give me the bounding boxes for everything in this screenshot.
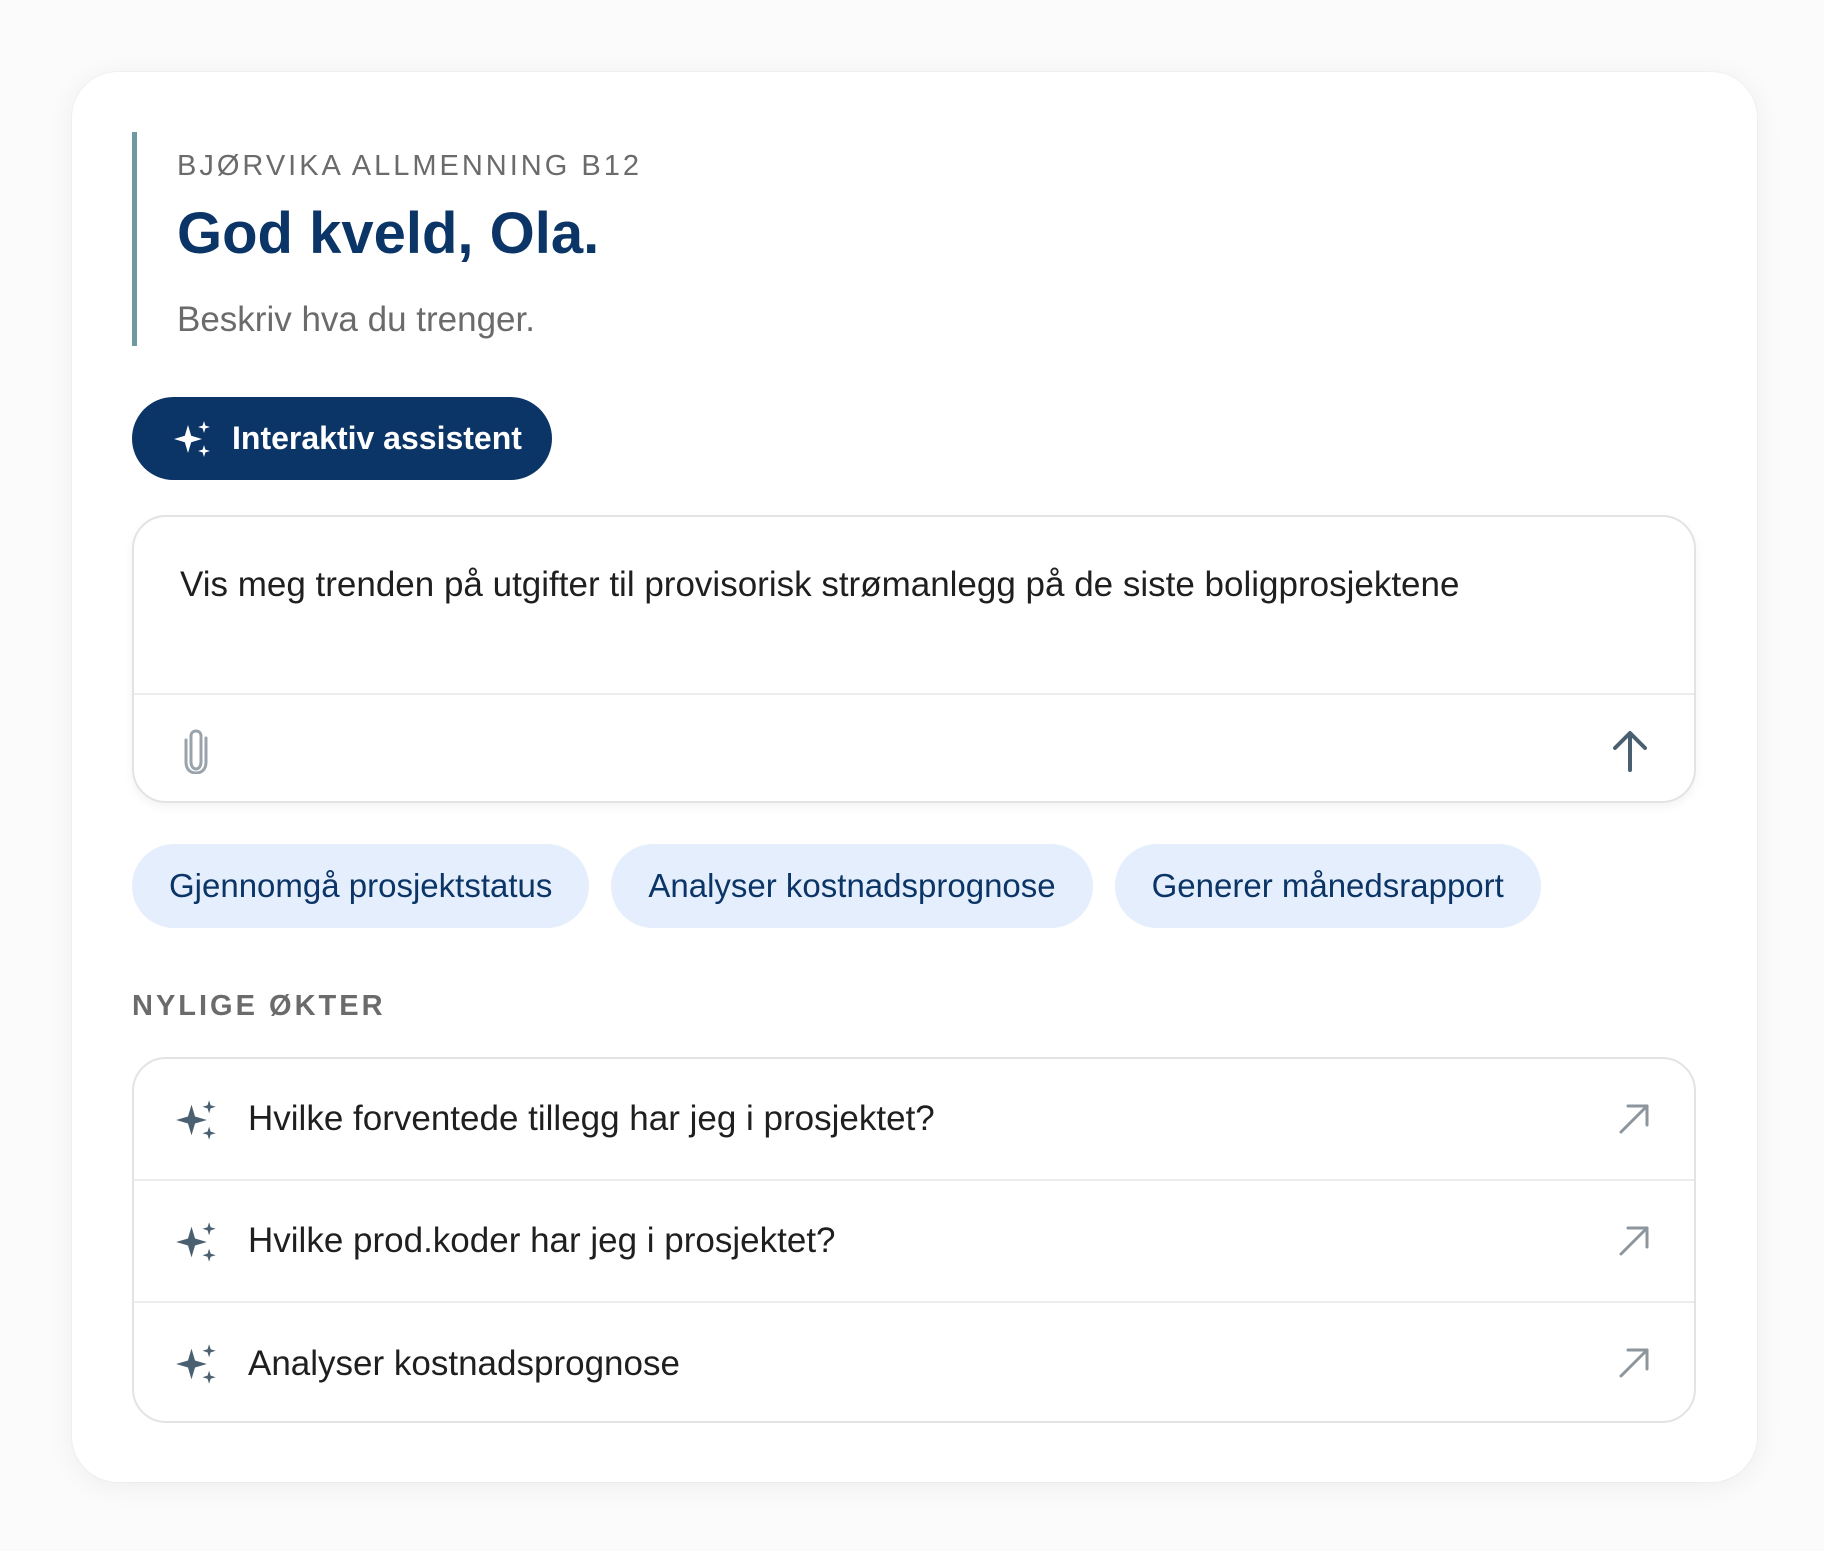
suggestion-chip-monthly-report[interactable]: Generer månedsrapport <box>1114 844 1541 928</box>
sparkles-icon <box>174 1097 220 1143</box>
project-label: BJØRVIKA ALLMENNING B12 <box>177 150 642 182</box>
recent-session-item[interactable]: Hvilke prod.koder har jeg i prosjektet? <box>134 1181 1694 1303</box>
recent-sessions-list: Hvilke forventede tillegg har jeg i pros… <box>132 1057 1696 1423</box>
recent-session-item[interactable]: Analyser kostnadsprognose <box>134 1303 1694 1421</box>
send-arrow-up-icon[interactable] <box>1602 723 1658 779</box>
recent-session-label: Hvilke forventede tillegg har jeg i pros… <box>248 1099 935 1138</box>
sparkles-icon <box>172 418 214 460</box>
arrow-up-right-icon[interactable] <box>1614 1221 1654 1261</box>
prompt-input[interactable]: Vis meg trenden på utgifter til provisor… <box>180 565 1459 605</box>
recent-sessions-title: NYLIGE ØKTER <box>132 990 386 1022</box>
recent-session-label: Analyser kostnadsprognose <box>248 1344 680 1383</box>
paperclip-icon[interactable] <box>174 723 218 779</box>
greeting-subtitle: Beskriv hva du trenger. <box>177 300 535 339</box>
suggestion-chip-cost-forecast[interactable]: Analyser kostnadsprognose <box>611 844 1093 928</box>
interactive-assistant-button[interactable]: Interaktiv assistent <box>132 397 552 480</box>
arrow-up-right-icon[interactable] <box>1614 1099 1654 1139</box>
recent-session-item[interactable]: Hvilke forventede tillegg har jeg i pros… <box>134 1059 1694 1181</box>
arrow-up-right-icon[interactable] <box>1614 1343 1654 1383</box>
greeting-title: God kveld, Ola. <box>177 201 600 266</box>
input-divider <box>134 693 1694 695</box>
sparkles-icon <box>174 1219 220 1265</box>
suggestion-chips: Gjennomgå prosjektstatus Analyser kostna… <box>132 844 1541 928</box>
suggestion-chip-project-status[interactable]: Gjennomgå prosjektstatus <box>132 844 590 928</box>
assistant-card: BJØRVIKA ALLMENNING B12 God kveld, Ola. … <box>72 72 1757 1482</box>
header-block: BJØRVIKA ALLMENNING B12 God kveld, Ola. … <box>132 132 1577 346</box>
sparkles-icon <box>174 1341 220 1387</box>
prompt-input-box[interactable]: Vis meg trenden på utgifter til provisor… <box>132 515 1696 803</box>
recent-session-label: Hvilke prod.koder har jeg i prosjektet? <box>248 1221 836 1260</box>
interactive-assistant-label: Interaktiv assistent <box>232 420 522 456</box>
